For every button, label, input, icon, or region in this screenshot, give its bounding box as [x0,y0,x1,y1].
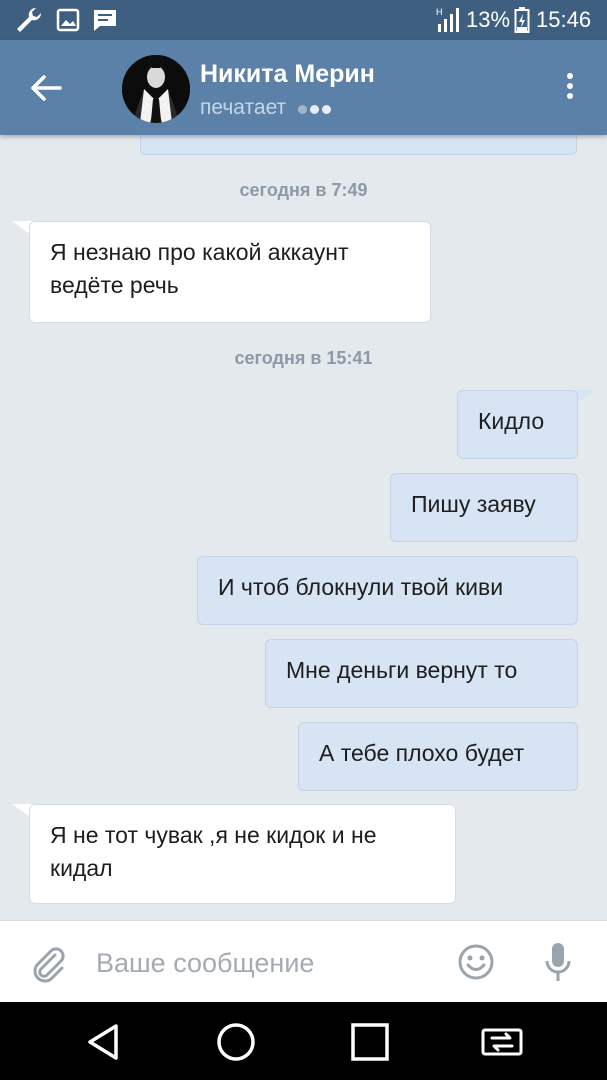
paperclip-icon[interactable] [28,943,68,983]
message-line: ведёте речь [50,272,179,298]
message-input[interactable] [96,941,436,985]
screen-switch-icon[interactable] [480,1020,524,1064]
message-line: Кидло [478,408,545,434]
chat-header: Никита Мерин печатает [0,40,607,135]
message-line: Я незнаю про какой аккаунт [50,239,349,265]
message-line: Пишу заяву [411,491,536,517]
message-list[interactable]: сегодня в 7:49 Я незнаю про какой аккаун… [0,135,607,920]
date-separator: сегодня в 15:41 [234,348,373,368]
typing-status: печатает [200,96,334,120]
message-line: кидал [50,855,113,881]
outgoing-message[interactable]: И чтоб блокнули твой киви [197,556,578,625]
emoji-icon[interactable] [457,943,495,981]
message-notification-icon [94,10,116,31]
more-vertical-icon[interactable] [560,70,580,106]
contact-name[interactable]: Никита Мерин [200,60,375,88]
date-separator: сегодня в 7:49 [239,180,368,200]
message-line: Мне деньги вернут то [286,657,518,683]
typing-status-text: печатает [200,96,287,119]
status-bar: H 13% 15:46 [0,0,607,40]
incoming-message[interactable]: Я незнаю про какой аккаунт ведёте речь [29,221,431,323]
microphone-icon[interactable] [543,941,573,983]
signal-icon: H [436,7,459,32]
home-circle-icon[interactable] [214,1020,258,1064]
outgoing-message[interactable]: Мне деньги вернут то [265,639,578,708]
recents-square-icon[interactable] [348,1020,392,1064]
image-notification-icon [56,8,80,32]
svg-text:H: H [436,7,443,17]
wrench-icon [17,7,42,32]
battery-percent: 13% [466,7,511,32]
back-triangle-icon[interactable] [82,1020,126,1064]
arrow-left-icon[interactable] [26,70,66,106]
message-line: И чтоб блокнули твой киви [218,574,504,600]
message-composer [0,920,607,1002]
outgoing-message[interactable]: Кидло [457,390,578,459]
partial-outgoing-message [140,135,577,155]
battery-icon [514,7,530,33]
status-time: 15:46 [536,7,592,32]
outgoing-message[interactable]: Пишу заяву [390,473,578,542]
incoming-message[interactable]: Я не тот чувак ,я не кидок и не кидал [29,804,456,904]
message-line: Я не тот чувак ,я не кидок и не [50,822,377,848]
typing-dots-icon [298,96,334,120]
system-navigation-bar [0,1002,607,1080]
avatar[interactable] [122,55,190,123]
outgoing-message[interactable]: А тебе плохо будет [298,722,578,791]
message-line: А тебе плохо будет [319,740,525,766]
